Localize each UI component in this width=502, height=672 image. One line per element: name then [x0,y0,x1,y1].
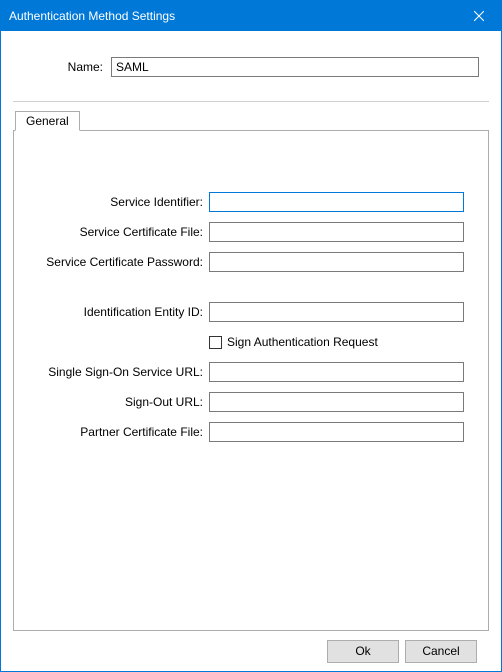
label-partner-cert-file: Partner Certificate File: [38,425,209,439]
row-service-cert-file: Service Certificate File: [38,221,464,243]
label-service-cert-file: Service Certificate File: [38,225,209,239]
cancel-button[interactable]: Cancel [405,640,477,663]
input-identification-entity-id[interactable] [209,302,464,322]
row-signout-url: Sign-Out URL: [38,391,464,413]
input-partner-cert-file[interactable] [209,422,464,442]
label-sso-service-url: Single Sign-On Service URL: [38,365,209,379]
input-service-identifier[interactable] [209,192,464,212]
row-sign-auth-request: Sign Authentication Request [209,331,464,353]
name-input[interactable] [111,57,479,77]
button-bar: Ok Cancel [13,631,489,671]
row-service-identifier: Service Identifier: [38,191,464,213]
label-signout-url: Sign-Out URL: [38,395,209,409]
window-title: Authentication Method Settings [9,1,175,31]
label-service-identifier: Service Identifier: [38,195,209,209]
close-button[interactable] [456,1,501,31]
name-label: Name: [23,60,111,74]
name-row: Name: [23,57,479,77]
input-signout-url[interactable] [209,392,464,412]
dialog-window: Authentication Method Settings Name: Gen… [0,0,502,672]
dialog-content: Name: General Service Identifier: Servic… [1,31,501,671]
label-identification-entity-id: Identification Entity ID: [38,305,209,319]
tab-panel-general: Service Identifier: Service Certificate … [13,130,489,631]
row-partner-cert-file: Partner Certificate File: [38,421,464,443]
spacer [38,281,464,301]
label-service-cert-password: Service Certificate Password: [38,255,209,269]
input-service-cert-file[interactable] [209,222,464,242]
row-sso-service-url: Single Sign-On Service URL: [38,361,464,383]
tabstrip: General [13,110,489,130]
input-sso-service-url[interactable] [209,362,464,382]
input-service-cert-password[interactable] [209,252,464,272]
ok-button[interactable]: Ok [327,640,399,663]
titlebar: Authentication Method Settings [1,1,501,31]
row-service-cert-password: Service Certificate Password: [38,251,464,273]
separator [13,101,489,102]
label-sign-auth-request: Sign Authentication Request [227,335,378,349]
checkbox-sign-auth-request[interactable] [209,336,222,349]
tab-general[interactable]: General [15,111,80,131]
tabs-container: General Service Identifier: Service Cert… [13,110,489,631]
close-icon [474,11,484,21]
row-identification-entity-id: Identification Entity ID: [38,301,464,323]
